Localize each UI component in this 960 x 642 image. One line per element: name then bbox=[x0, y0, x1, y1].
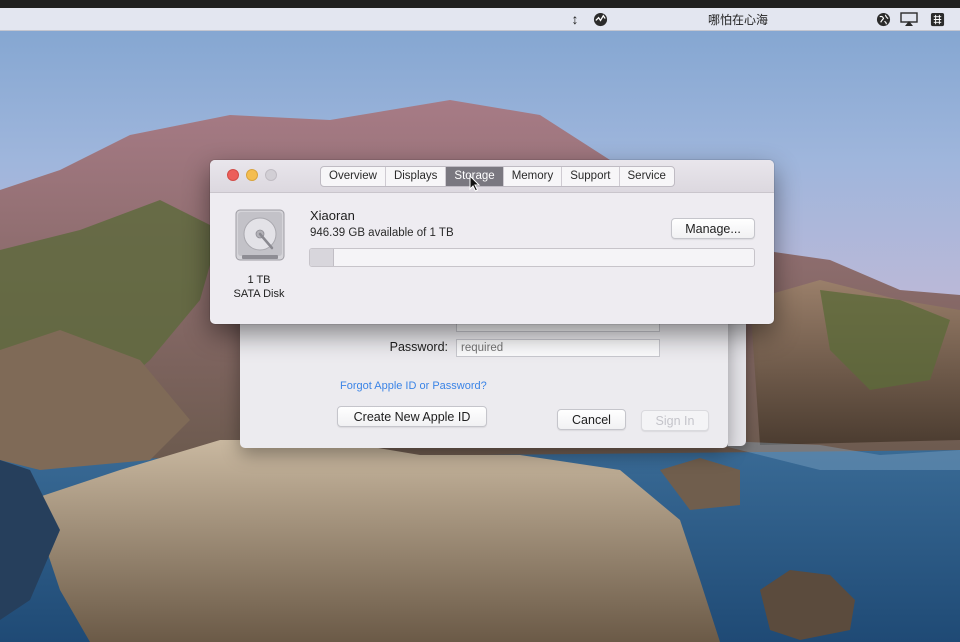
storage-usage-bar bbox=[309, 248, 755, 267]
mouse-pointer-icon bbox=[469, 175, 481, 192]
airplay-icon[interactable] bbox=[899, 10, 919, 28]
tab-support[interactable]: Support bbox=[562, 167, 620, 186]
volume-name: Xiaoran bbox=[310, 208, 355, 223]
manage-button[interactable]: Manage... bbox=[671, 218, 755, 239]
zoom-window-icon bbox=[265, 169, 277, 181]
password-field[interactable] bbox=[456, 339, 660, 357]
menubar-user-name[interactable]: 哪怕在心海 bbox=[708, 10, 768, 28]
disk-type-label: SATA Disk bbox=[233, 288, 285, 300]
input-grid-icon[interactable] bbox=[928, 10, 946, 28]
tab-displays[interactable]: Displays bbox=[386, 167, 447, 186]
cancel-button[interactable]: Cancel bbox=[557, 409, 626, 430]
about-this-mac-window: Overview Displays Storage Memory Support… bbox=[210, 160, 774, 324]
forgot-apple-id-link[interactable]: Forgot Apple ID or Password? bbox=[340, 380, 487, 392]
activity-monitor-icon[interactable] bbox=[591, 10, 609, 28]
globe-icon[interactable] bbox=[874, 10, 892, 28]
window-titlebar[interactable]: Overview Displays Storage Memory Support… bbox=[210, 160, 774, 193]
desktop: ↕ 哪怕在心海 Password: Forgot Apple ID or Pas… bbox=[0, 0, 960, 642]
menu-bar: ↕ 哪怕在心海 bbox=[0, 8, 960, 31]
tab-bar: Overview Displays Storage Memory Support… bbox=[320, 166, 675, 187]
disk-size-label: 1 TB bbox=[247, 274, 271, 286]
tab-overview[interactable]: Overview bbox=[321, 167, 386, 186]
hard-disk-icon bbox=[235, 209, 285, 261]
close-window-icon[interactable] bbox=[227, 169, 239, 181]
sign-in-button[interactable]: Sign In bbox=[641, 410, 709, 431]
minimize-window-icon[interactable] bbox=[246, 169, 258, 181]
tab-service[interactable]: Service bbox=[620, 167, 674, 186]
storage-used-segment bbox=[310, 249, 334, 266]
password-label: Password: bbox=[389, 340, 448, 354]
volume-availability: 946.39 GB available of 1 TB bbox=[310, 227, 454, 239]
tab-memory[interactable]: Memory bbox=[504, 167, 563, 186]
create-apple-id-button[interactable]: Create New Apple ID bbox=[337, 406, 487, 427]
display-bezel bbox=[0, 0, 960, 8]
arrows-updown-icon[interactable]: ↕ bbox=[566, 10, 584, 28]
signin-window-shadow-edge bbox=[728, 318, 746, 446]
